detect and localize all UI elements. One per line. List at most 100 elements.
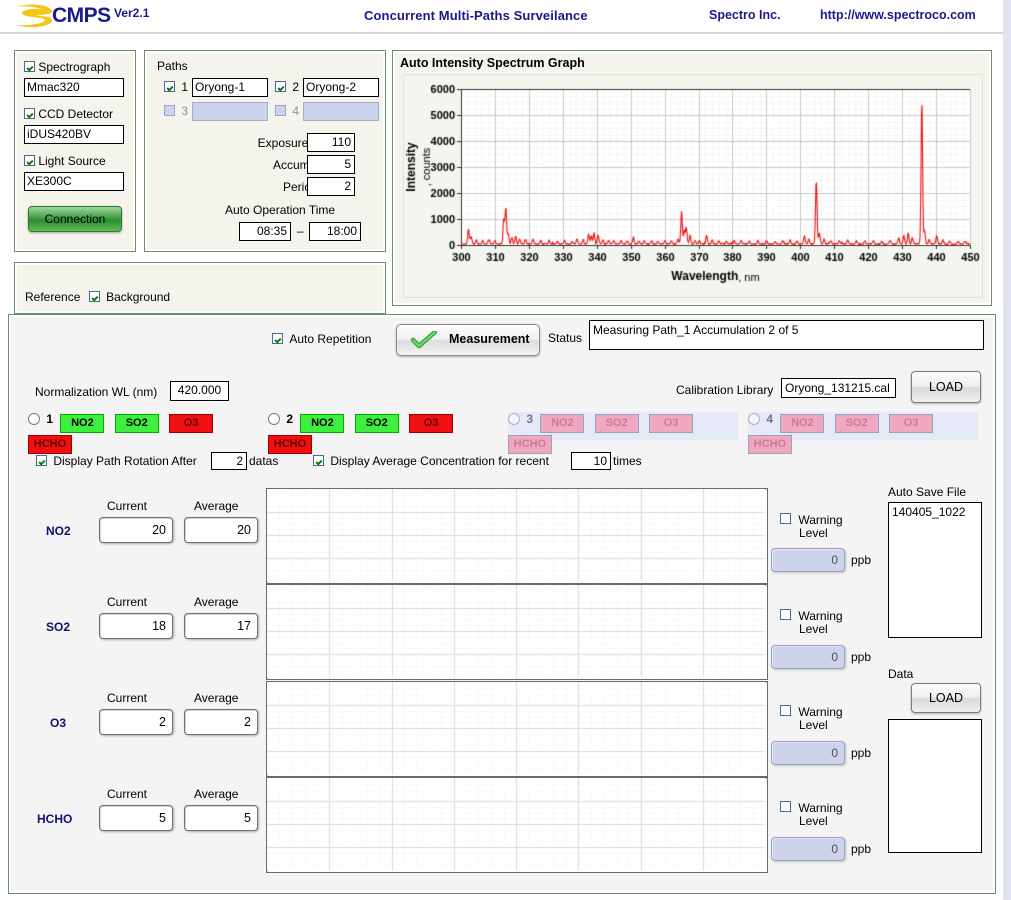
connection-button[interactable]: Connection (28, 206, 122, 232)
spectrograph-input[interactable]: Mmac320 (24, 78, 124, 97)
chip-path4-hcho[interactable]: HCHO (748, 435, 792, 454)
so2-average-value: 17 (184, 613, 258, 639)
so2-trend-chart (266, 584, 768, 680)
so2-warning-value[interactable]: 0 (771, 645, 845, 669)
calibration-library-input[interactable]: Oryong_131215.cal (781, 378, 896, 398)
path-3-checkbox-row[interactable]: 3 (164, 104, 188, 118)
path-2-status-number: 2 (286, 412, 294, 426)
page-scrollbar[interactable] (1003, 0, 1011, 900)
rotation-datas-input[interactable]: 2 (211, 452, 247, 470)
light-source-input[interactable]: XE300C (24, 172, 124, 191)
path-2-name-input[interactable]: Oryong-2 (303, 78, 379, 97)
path-3-radio[interactable] (508, 413, 520, 425)
status-label: Status (548, 331, 583, 345)
path-status-4[interactable]: 4 NO2 SO2 O3 HCHO (748, 412, 978, 454)
background-label: Background (106, 290, 171, 304)
company-url[interactable]: http://www.spectroco.com (820, 8, 976, 22)
no2-warning-unit: ppb (851, 553, 872, 567)
display-average-row[interactable]: Display Average Concentration for recent (313, 454, 549, 468)
no2-warning-value[interactable]: 0 (771, 548, 845, 572)
path-status-1[interactable]: 1 NO2 SO2 O3 HCHO (28, 412, 243, 454)
spectrograph-label: Spectrograph (38, 60, 111, 74)
display-rotation-row[interactable]: Display Path Rotation After (36, 454, 197, 468)
path-4-radio[interactable] (748, 413, 760, 425)
spectrum-graph-panel: Auto Intensity Spectrum Graph (392, 50, 992, 306)
normalization-input[interactable]: 420.000 (170, 381, 229, 401)
path-status-3[interactable]: 3 NO2 SO2 O3 HCHO (508, 412, 738, 454)
chip-path4-no2[interactable]: NO2 (780, 414, 825, 433)
path-2-radio[interactable] (268, 413, 280, 425)
chip-path4-so2[interactable]: SO2 (834, 414, 879, 433)
chip-path2-hcho[interactable]: HCHO (268, 435, 312, 454)
ccd-input[interactable]: iDUS420BV (24, 125, 124, 144)
measurement-button[interactable]: Measurement (396, 324, 540, 356)
o3-warning-value[interactable]: 0 (771, 741, 845, 765)
hcho-warning-row[interactable]: Warning Level (780, 801, 843, 828)
chip-path3-so2[interactable]: SO2 (594, 414, 639, 433)
display-average-checkbox[interactable] (313, 455, 324, 466)
path-4-name-input[interactable] (303, 102, 379, 121)
average-times-input[interactable]: 10 (571, 452, 611, 470)
path-3-name-input[interactable] (192, 102, 268, 121)
hcho-warning-value[interactable]: 0 (771, 837, 845, 861)
chip-path1-hcho[interactable]: HCHO (28, 435, 72, 454)
no2-warning-row[interactable]: Warning Level (780, 513, 843, 540)
reference-label: Reference (25, 290, 81, 304)
display-rotation-label: Display Path Rotation After (53, 454, 197, 468)
so2-current-value: 18 (99, 613, 173, 639)
path-status-2[interactable]: 2 NO2 SO2 O3 HCHO (268, 412, 483, 454)
auto-repetition-checkbox[interactable] (272, 333, 283, 344)
so2-warning-checkbox[interactable] (780, 609, 791, 620)
chip-path2-o3[interactable]: O3 (409, 414, 454, 433)
auto-repetition-row[interactable]: Auto Repetition (272, 332, 371, 346)
o3-warning-checkbox[interactable] (780, 705, 791, 716)
path-3-checkbox[interactable] (164, 105, 175, 116)
accumulation-input[interactable]: 5 (307, 155, 355, 174)
chip-path1-o3[interactable]: O3 (169, 414, 214, 433)
chip-path4-o3[interactable]: O3 (889, 414, 934, 433)
devices-panel: Spectrograph Mmac320 CCD Detector iDUS42… (14, 50, 136, 252)
company-name: Spectro Inc. (709, 8, 781, 22)
chip-path3-hcho[interactable]: HCHO (508, 435, 552, 454)
light-source-checkbox-row[interactable]: Light Source (24, 154, 106, 168)
ccd-checkbox-row[interactable]: CCD Detector (24, 107, 113, 121)
background-checkbox[interactable] (88, 291, 100, 302)
path-2-checkbox-row[interactable]: 2 (275, 80, 299, 94)
path-1-checkbox[interactable] (164, 81, 175, 92)
period-input[interactable]: 2 (307, 177, 355, 196)
load-calibration-button[interactable]: LOAD (911, 371, 981, 403)
path-2-checkbox[interactable] (275, 81, 286, 92)
auto-time-start-input[interactable]: 08:35 (239, 222, 291, 241)
o3-current-value: 2 (99, 709, 173, 735)
path-1-checkbox-row[interactable]: 1 (164, 80, 188, 94)
spectrograph-checkbox-row[interactable]: Spectrograph (24, 60, 110, 74)
path-1-radio[interactable] (28, 413, 40, 425)
no2-warning-label-2: Level (799, 526, 828, 540)
chip-path2-no2[interactable]: NO2 (300, 414, 345, 433)
auto-time-end-input[interactable]: 18:00 (309, 222, 361, 241)
data-list[interactable] (888, 719, 982, 853)
o3-warning-row[interactable]: Warning Level (780, 705, 843, 732)
spectrograph-checkbox[interactable] (24, 61, 35, 72)
load-data-button[interactable]: LOAD (911, 683, 981, 713)
path-4-checkbox-row[interactable]: 4 (275, 104, 299, 118)
path-4-checkbox[interactable] (275, 105, 286, 116)
auto-save-file-list[interactable]: 140405_1022 (888, 502, 982, 638)
display-rotation-checkbox[interactable] (36, 455, 47, 466)
no2-warning-checkbox[interactable] (780, 513, 791, 524)
chip-path3-o3[interactable]: O3 (649, 414, 694, 433)
no2-average-value: 20 (184, 517, 258, 543)
app-version: Ver2.1 (114, 6, 150, 20)
exposure-input[interactable]: 110 (307, 133, 355, 152)
chip-path1-no2[interactable]: NO2 (60, 414, 105, 433)
path-1-name-input[interactable]: Oryong-1 (192, 78, 268, 97)
checkmark-icon (411, 331, 437, 349)
light-source-checkbox[interactable] (24, 155, 35, 166)
chip-path2-so2[interactable]: SO2 (354, 414, 399, 433)
auto-save-file-item[interactable]: 140405_1022 (892, 505, 978, 519)
so2-warning-row[interactable]: Warning Level (780, 609, 843, 636)
hcho-warning-checkbox[interactable] (780, 801, 791, 812)
chip-path1-so2[interactable]: SO2 (114, 414, 159, 433)
chip-path3-no2[interactable]: NO2 (540, 414, 585, 433)
ccd-checkbox[interactable] (24, 108, 35, 119)
